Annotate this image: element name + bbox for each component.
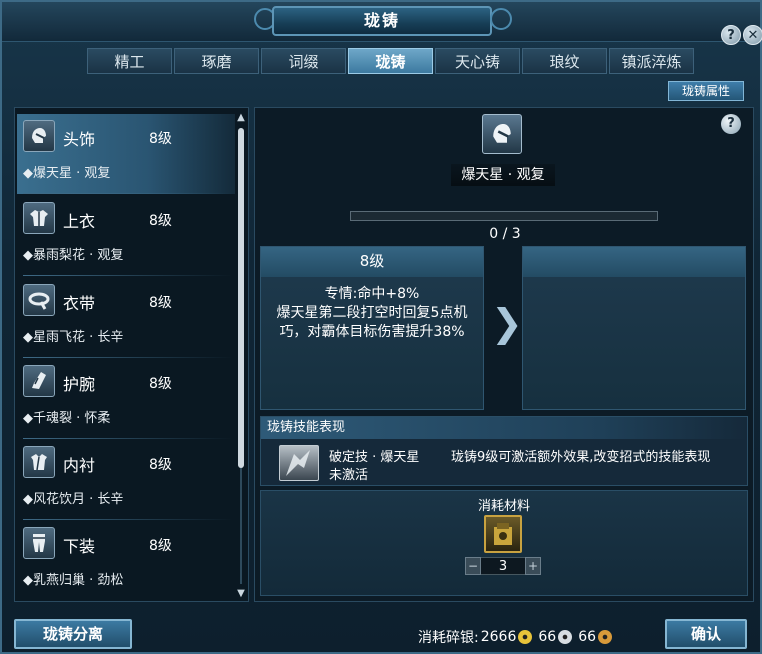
slot-name: 护腕 <box>63 375 96 394</box>
selected-item-name: 爆天星 · 观复 <box>451 164 555 186</box>
scroll-thumb[interactable] <box>238 128 244 468</box>
tab-zhuomo[interactable]: 琢磨 <box>174 48 259 74</box>
quantity-value[interactable]: 3 <box>481 557 525 575</box>
slot-skill: ◆风花饮月 · 长辛 <box>23 492 124 507</box>
tab-bar: 精工 琢磨 词缀 珑铸 天心铸 琅纹 镇派淬炼 <box>87 48 694 74</box>
helmet-icon <box>23 120 55 152</box>
slot-name: 下装 <box>63 537 96 556</box>
equipment-slot-belt[interactable]: 衣带 8级 ◆星雨飞花 · 长辛 <box>17 278 235 358</box>
current-level-card: 8级 专情:命中+8% 爆天星第二段打空时回复5点机巧，对霸体目标伤害提升38% <box>260 246 484 410</box>
slot-skill: ◆暴雨梨花 · 观复 <box>23 248 124 263</box>
equipment-slot-top[interactable]: 上衣 8级 ◆暴雨梨花 · 观复 <box>17 196 235 276</box>
pants-icon <box>23 527 55 559</box>
forge-detail-panel: ? 爆天星 · 观复 0 / 3 8级 专情:命中+8% 爆天星第二段打空时回复… <box>254 107 754 602</box>
skill-section-title: 珑铸技能表现 <box>261 417 747 439</box>
current-level: 8级 <box>261 247 483 277</box>
slot-level: 8级 <box>149 131 172 147</box>
scroll-up-icon[interactable]: ▲ <box>235 112 247 124</box>
slot-skill: ◆乳燕归巢 · 劲松 <box>23 573 124 588</box>
materials-section: 消耗材料 − 3 + <box>260 490 748 596</box>
slot-level: 8级 <box>149 538 172 554</box>
window-title: 珑铸 <box>272 6 492 36</box>
equipment-slot-headwear[interactable]: 头饰 8级 ◆爆天星 · 观复 <box>17 114 235 194</box>
slot-name: 内衬 <box>63 456 96 475</box>
slot-name: 头饰 <box>63 130 96 149</box>
bracer-icon <box>23 365 55 397</box>
next-arrow-icon: ❯ <box>491 301 523 345</box>
close-icon[interactable]: ✕ <box>743 25 762 45</box>
materials-title: 消耗材料 <box>477 499 530 514</box>
slot-divider <box>23 193 233 194</box>
slot-level: 8级 <box>149 457 172 473</box>
slot-divider <box>23 275 233 276</box>
help-icon[interactable]: ? <box>721 25 741 45</box>
gold-coin-icon <box>518 630 533 644</box>
quantity-stepper: − 3 + <box>465 557 541 575</box>
skill-name: 破定技 · 爆天星 <box>329 450 420 465</box>
cost-gold-value: 2666 <box>480 629 517 645</box>
quantity-minus-button[interactable]: − <box>465 557 481 575</box>
tab-zhenpai-cuilian[interactable]: 镇派淬炼 <box>609 48 694 74</box>
skill-icon[interactable] <box>279 445 319 481</box>
next-level <box>523 247 745 277</box>
slot-level: 8级 <box>149 295 172 311</box>
material-item-icon[interactable] <box>484 515 522 553</box>
slot-divider <box>23 438 233 439</box>
equipment-slot-undershirt[interactable]: 内衬 8级 ◆风花饮月 · 长辛 <box>17 440 235 520</box>
belt-icon <box>23 284 55 316</box>
quantity-plus-button[interactable]: + <box>525 557 541 575</box>
tab-cizhui[interactable]: 词缀 <box>261 48 346 74</box>
slot-divider <box>23 357 233 358</box>
tab-longzhu[interactable]: 珑铸 <box>348 48 433 74</box>
tab-langwen[interactable]: 琅纹 <box>522 48 607 74</box>
slot-level: 8级 <box>149 213 172 229</box>
slot-skill: ◆星雨飞花 · 长辛 <box>23 330 124 345</box>
cost-copper-value: 66 <box>578 629 597 645</box>
slot-divider <box>23 519 233 520</box>
next-level-card <box>522 246 746 410</box>
skill-description: 珑铸9级可激活额外效果,改变招式的技能表现 <box>451 450 711 465</box>
equipment-list: 头饰 8级 ◆爆天星 · 观复 上衣 8级 ◆暴雨梨花 · 观复 衣带 8级 ◆… <box>14 107 249 602</box>
effect-line-2: 爆天星第二段打空时回复5点机巧，对霸体目标伤害提升38% <box>276 305 468 340</box>
equipment-list-scrollbar[interactable]: ▲ ▼ <box>235 112 247 600</box>
title-bar: 珑铸 <box>2 2 760 42</box>
forge-attributes-button[interactable]: 珑铸属性 <box>668 81 744 101</box>
confirm-button[interactable]: 确认 <box>665 619 747 649</box>
slot-skill: ◆爆天星 · 观复 <box>23 166 111 181</box>
detail-help-icon[interactable]: ? <box>721 114 741 134</box>
cost-display: 消耗碎银: 2666 66 66 <box>418 627 616 647</box>
equipment-slot-pants[interactable]: 下装 8级 ◆乳燕归巢 · 劲松 <box>17 521 235 601</box>
equipment-slot-bracer[interactable]: 护腕 8级 ◆千魂裂 · 怀柔 <box>17 359 235 439</box>
silver-coin-icon <box>558 630 573 644</box>
tab-tianxinzhu[interactable]: 天心铸 <box>435 48 520 74</box>
scroll-down-icon[interactable]: ▼ <box>235 588 247 600</box>
undershirt-icon <box>23 446 55 478</box>
effect-line-1: 专情:命中+8% <box>324 286 420 302</box>
forge-progress-bar <box>350 211 658 221</box>
skill-state: 未激活 <box>329 468 369 483</box>
slot-name: 衣带 <box>63 294 96 313</box>
copper-coin-icon <box>598 630 613 644</box>
tab-jinggong[interactable]: 精工 <box>87 48 172 74</box>
current-effect: 专情:命中+8% 爆天星第二段打空时回复5点机巧，对霸体目标伤害提升38% <box>261 277 483 350</box>
cost-silver-value: 66 <box>538 629 557 645</box>
cost-label: 消耗碎银: <box>418 630 479 646</box>
slot-skill: ◆千魂裂 · 怀柔 <box>23 411 111 426</box>
selected-item-helmet-icon <box>482 114 522 154</box>
forge-window: 珑铸 ? ✕ 精工 琢磨 词缀 珑铸 天心铸 琅纹 镇派淬炼 珑铸属性 头饰 8… <box>0 0 762 654</box>
slot-level: 8级 <box>149 376 172 392</box>
progress-text: 0 / 3 <box>489 226 521 242</box>
title-ornament-right <box>490 8 512 30</box>
skill-performance-section: 珑铸技能表现 破定技 · 爆天星 未激活 珑铸9级可激活额外效果,改变招式的技能… <box>260 416 748 486</box>
forge-separate-button[interactable]: 珑铸分离 <box>14 619 132 649</box>
slot-name: 上衣 <box>63 212 96 231</box>
chest-armor-icon <box>23 202 55 234</box>
